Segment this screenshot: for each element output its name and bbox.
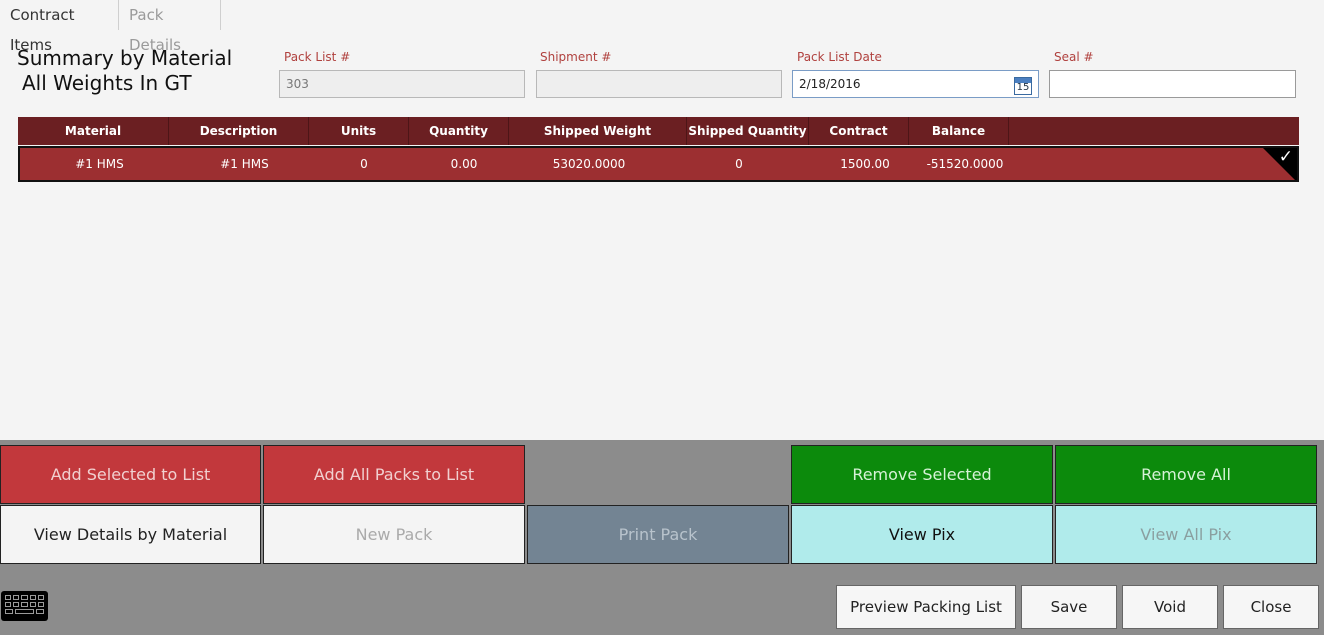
- pack-list-date-input[interactable]: 2/18/2016: [792, 70, 1039, 98]
- keyboard-icon[interactable]: [1, 591, 48, 621]
- col-shipped-quantity[interactable]: Shipped Quantity: [687, 117, 809, 145]
- pack-list-date-label: Pack List Date: [797, 50, 882, 64]
- preview-packing-list-button[interactable]: Preview Packing List: [836, 585, 1016, 629]
- grid-header: Material Description Units Quantity Ship…: [18, 117, 1299, 145]
- table-row[interactable]: #1 HMS #1 HMS 0 0.00 53020.0000 0 1500.0…: [18, 146, 1299, 182]
- remove-selected-button[interactable]: Remove Selected: [791, 445, 1053, 504]
- seal-input[interactable]: [1049, 70, 1296, 98]
- materials-grid: Material Description Units Quantity Ship…: [18, 117, 1299, 182]
- void-button[interactable]: Void: [1122, 585, 1218, 629]
- calendar-icon[interactable]: 15: [1014, 77, 1032, 95]
- view-all-pix-button[interactable]: View All Pix: [1055, 505, 1317, 564]
- cell-description: #1 HMS: [220, 157, 269, 171]
- cell-units: 0: [360, 157, 368, 171]
- cell-contract: 1500.00: [840, 157, 890, 171]
- col-description[interactable]: Description: [169, 117, 309, 145]
- add-selected-button[interactable]: Add Selected to List: [0, 445, 261, 504]
- cell-shipped-weight: 53020.0000: [552, 157, 626, 171]
- tab-pack-details[interactable]: Pack Details: [119, 0, 221, 54]
- seal-label: Seal #: [1054, 50, 1094, 64]
- pack-list-input: 303: [279, 70, 525, 98]
- save-button[interactable]: Save: [1021, 585, 1117, 629]
- cell-material: #1 HMS: [75, 157, 124, 171]
- print-pack-button[interactable]: Print Pack: [527, 505, 789, 564]
- cell-shipped-quantity: 0: [735, 157, 743, 171]
- col-quantity[interactable]: Quantity: [409, 117, 509, 145]
- add-all-packs-button[interactable]: Add All Packs to List: [263, 445, 525, 504]
- col-shipped-weight[interactable]: Shipped Weight: [509, 117, 687, 145]
- summary-heading: Summary by Material All Weights In GT: [17, 46, 232, 96]
- cell-balance: -51520.0000: [926, 157, 1004, 171]
- col-balance[interactable]: Balance: [909, 117, 1009, 145]
- summary-line-2: All Weights In GT: [22, 71, 192, 95]
- shipment-label: Shipment #: [540, 50, 612, 64]
- summary-line-1: Summary by Material: [17, 46, 233, 70]
- close-button[interactable]: Close: [1223, 585, 1319, 629]
- col-contract[interactable]: Contract: [809, 117, 909, 145]
- cell-quantity: 0.00: [450, 157, 478, 171]
- col-material[interactable]: Material: [18, 117, 169, 145]
- tab-contract-items[interactable]: Contract Items: [0, 0, 119, 54]
- new-pack-button[interactable]: New Pack: [263, 505, 525, 564]
- shipment-input: [536, 70, 782, 98]
- tab-bar: Contract Items Pack Details: [0, 0, 221, 54]
- col-units[interactable]: Units: [309, 117, 409, 145]
- view-details-button[interactable]: View Details by Material: [0, 505, 261, 564]
- selected-check-icon: ✓: [1263, 148, 1297, 180]
- pack-list-label: Pack List #: [284, 50, 351, 64]
- view-pix-button[interactable]: View Pix: [791, 505, 1053, 564]
- action-panel: Add Selected to List Add All Packs to Li…: [0, 440, 1324, 635]
- remove-all-button[interactable]: Remove All: [1055, 445, 1317, 504]
